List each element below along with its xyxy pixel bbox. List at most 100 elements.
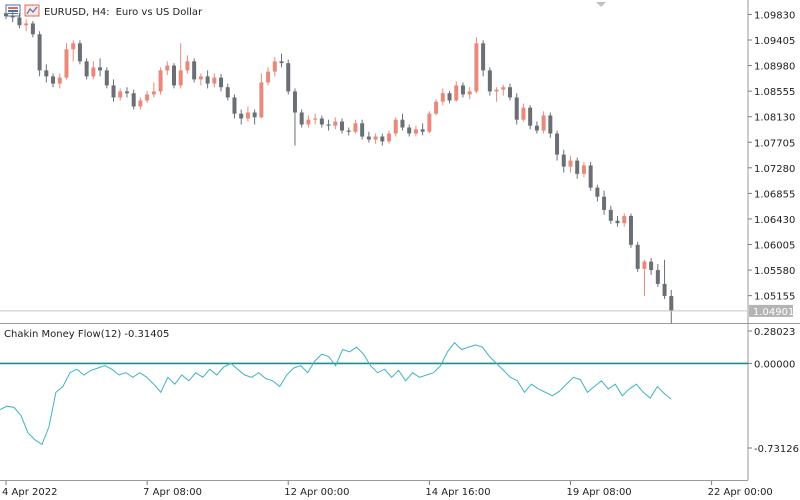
price-tick-label: 1.07705 bbox=[754, 138, 795, 149]
candle-bear bbox=[4, 13, 8, 17]
candle-bear bbox=[17, 17, 22, 26]
candle-bull bbox=[185, 61, 190, 71]
price-tick-label: 1.08555 bbox=[754, 87, 795, 98]
candle-bull bbox=[642, 261, 647, 269]
candle-bear bbox=[595, 187, 600, 197]
cmf-line bbox=[0, 341, 672, 446]
indicator-tick-label: -0.73126 bbox=[754, 444, 799, 455]
candle-bear bbox=[319, 118, 324, 125]
candle-bull bbox=[151, 91, 156, 95]
candle-bull bbox=[57, 77, 62, 84]
time-tick-label: 14 Apr 16:00 bbox=[425, 487, 490, 498]
candle-bear bbox=[447, 93, 452, 101]
candle-bull bbox=[467, 91, 472, 95]
candle-bull bbox=[212, 77, 217, 84]
candle-bear bbox=[346, 130, 351, 132]
candle-bear bbox=[340, 121, 344, 131]
candle-bull bbox=[387, 133, 392, 142]
candle-bear bbox=[286, 63, 291, 92]
candle-bull bbox=[413, 129, 418, 134]
candle-bear bbox=[508, 87, 512, 98]
candle-bear bbox=[279, 61, 284, 64]
candle-bear bbox=[104, 70, 109, 86]
candle-bear bbox=[420, 129, 425, 132]
candle-bear bbox=[44, 70, 49, 77]
price-tick-label: 1.08130 bbox=[754, 113, 795, 124]
candle-bear bbox=[628, 215, 633, 245]
candle-bull bbox=[440, 93, 445, 102]
candle-bull bbox=[118, 91, 123, 98]
candle-bull bbox=[494, 89, 499, 92]
candle-bear bbox=[635, 244, 640, 269]
candle-bear bbox=[555, 133, 560, 155]
candle-bear bbox=[655, 270, 660, 284]
candle-bear bbox=[299, 112, 304, 125]
candle-bear bbox=[588, 165, 593, 188]
candle-bear bbox=[366, 136, 371, 140]
candle-bear bbox=[239, 113, 244, 119]
chart-window-icon[interactable] bbox=[24, 4, 40, 17]
candle-bull bbox=[353, 123, 358, 132]
candle-bull bbox=[434, 101, 439, 114]
candle-bear bbox=[360, 123, 365, 137]
indicator-tick-label: 0.28023 bbox=[754, 327, 795, 338]
candle-bear bbox=[232, 97, 237, 114]
candle-bull bbox=[24, 23, 29, 26]
candle-bull bbox=[158, 70, 163, 92]
candle-bull bbox=[541, 115, 546, 131]
candle-bear bbox=[172, 65, 176, 86]
candle-bull bbox=[266, 71, 271, 83]
price-tick-label: 1.09405 bbox=[754, 36, 795, 47]
candle-bear bbox=[205, 76, 210, 84]
candle-bear bbox=[548, 115, 553, 134]
price-axis: 1.09830 1.09405 1.08980 1.08555 1.08130 1.077… bbox=[748, 10, 795, 303]
candle-bull bbox=[622, 215, 627, 224]
candle-bear bbox=[460, 85, 465, 95]
price-tick-label: 1.05155 bbox=[754, 292, 795, 303]
candle-bull bbox=[393, 119, 398, 134]
candle-bear bbox=[487, 70, 492, 92]
candle-bear bbox=[534, 125, 539, 131]
price-tick-label: 1.05580 bbox=[754, 266, 795, 277]
candle-bear bbox=[608, 209, 613, 221]
price-tick-label: 1.08980 bbox=[754, 62, 795, 73]
indicator-label: Chakin Money Flow(12) -0.31405 bbox=[4, 329, 169, 340]
candle-bear bbox=[124, 91, 129, 94]
candle-bear bbox=[37, 34, 42, 71]
candle-bull bbox=[272, 61, 277, 72]
candle-bear bbox=[219, 77, 224, 88]
candle-bear bbox=[10, 16, 15, 18]
candle-bull bbox=[198, 76, 203, 80]
candle-bull bbox=[501, 87, 506, 90]
candle-bull bbox=[568, 160, 573, 167]
candle-bull bbox=[373, 136, 378, 140]
candle-bear bbox=[649, 261, 654, 271]
time-tick-label: 19 Apr 08:00 bbox=[566, 487, 631, 498]
candle-bear bbox=[30, 23, 35, 35]
candle-bear bbox=[575, 160, 580, 174]
candle-bear bbox=[615, 220, 620, 224]
candle-bear bbox=[292, 91, 297, 113]
price-panel bbox=[0, 0, 748, 323]
candle-bull bbox=[178, 70, 183, 86]
symbol-label: EURUSD, H4: bbox=[44, 7, 110, 18]
candle-bull bbox=[91, 67, 96, 77]
time-tick-label: 4 Apr 2022 bbox=[2, 487, 57, 498]
candle-bear bbox=[225, 87, 230, 98]
indicator-tick-label: 0.00000 bbox=[754, 359, 795, 370]
candle-bull bbox=[259, 82, 264, 118]
candle-bull bbox=[521, 107, 526, 120]
last-price-label: 1.04901 bbox=[753, 307, 794, 318]
price-tick-label: 1.06005 bbox=[754, 241, 795, 252]
candle-bear bbox=[131, 93, 136, 107]
symbol-description: Euro vs US Dollar bbox=[116, 7, 204, 18]
candle-bear bbox=[84, 61, 89, 77]
candle-bear bbox=[111, 85, 116, 98]
time-tick-label: 12 Apr 00:00 bbox=[284, 487, 349, 498]
candle-bull bbox=[474, 43, 479, 92]
candle-bear bbox=[51, 76, 56, 84]
candle-bull bbox=[427, 113, 432, 132]
candle-bear bbox=[98, 67, 103, 71]
time-tick-label: 22 Apr 00:00 bbox=[708, 487, 773, 498]
candle-bull bbox=[581, 165, 586, 174]
